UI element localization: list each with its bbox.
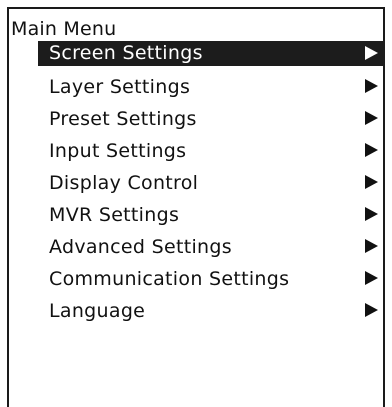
triangle-right-icon: [365, 79, 378, 93]
menu-item-layer-settings[interactable]: Layer Settings: [38, 73, 385, 105]
menu-item-preset-settings[interactable]: Preset Settings: [38, 105, 385, 137]
menu-item-label: Advanced Settings: [49, 236, 232, 258]
triangle-right-icon: [365, 303, 378, 317]
main-menu-list: Screen Settings Layer Settings Preset Se…: [38, 41, 385, 329]
triangle-right-icon: [365, 239, 378, 253]
triangle-right-icon: [365, 271, 378, 285]
menu-title: Main Menu: [11, 18, 117, 40]
triangle-right-icon: [365, 46, 378, 60]
triangle-right-icon: [365, 143, 378, 157]
menu-item-label: Communication Settings: [49, 268, 290, 290]
menu-item-display-control[interactable]: Display Control: [38, 169, 385, 201]
triangle-right-icon: [365, 207, 378, 221]
menu-item-communication-settings[interactable]: Communication Settings: [38, 265, 385, 297]
menu-item-label: MVR Settings: [49, 204, 180, 226]
menu-item-input-settings[interactable]: Input Settings: [38, 137, 385, 169]
menu-item-advanced-settings[interactable]: Advanced Settings: [38, 233, 385, 265]
menu-item-label: Screen Settings: [49, 42, 203, 64]
menu-item-mvr-settings[interactable]: MVR Settings: [38, 201, 385, 233]
triangle-right-icon: [365, 111, 378, 125]
menu-item-label: Language: [49, 300, 146, 322]
menu-item-label: Preset Settings: [49, 108, 197, 130]
menu-item-language[interactable]: Language: [38, 297, 385, 329]
menu-item-label: Input Settings: [49, 140, 187, 162]
menu-item-screen-settings[interactable]: Screen Settings: [38, 41, 385, 66]
triangle-right-icon: [365, 175, 378, 189]
menu-item-label: Display Control: [49, 172, 199, 194]
menu-item-label: Layer Settings: [49, 76, 191, 98]
